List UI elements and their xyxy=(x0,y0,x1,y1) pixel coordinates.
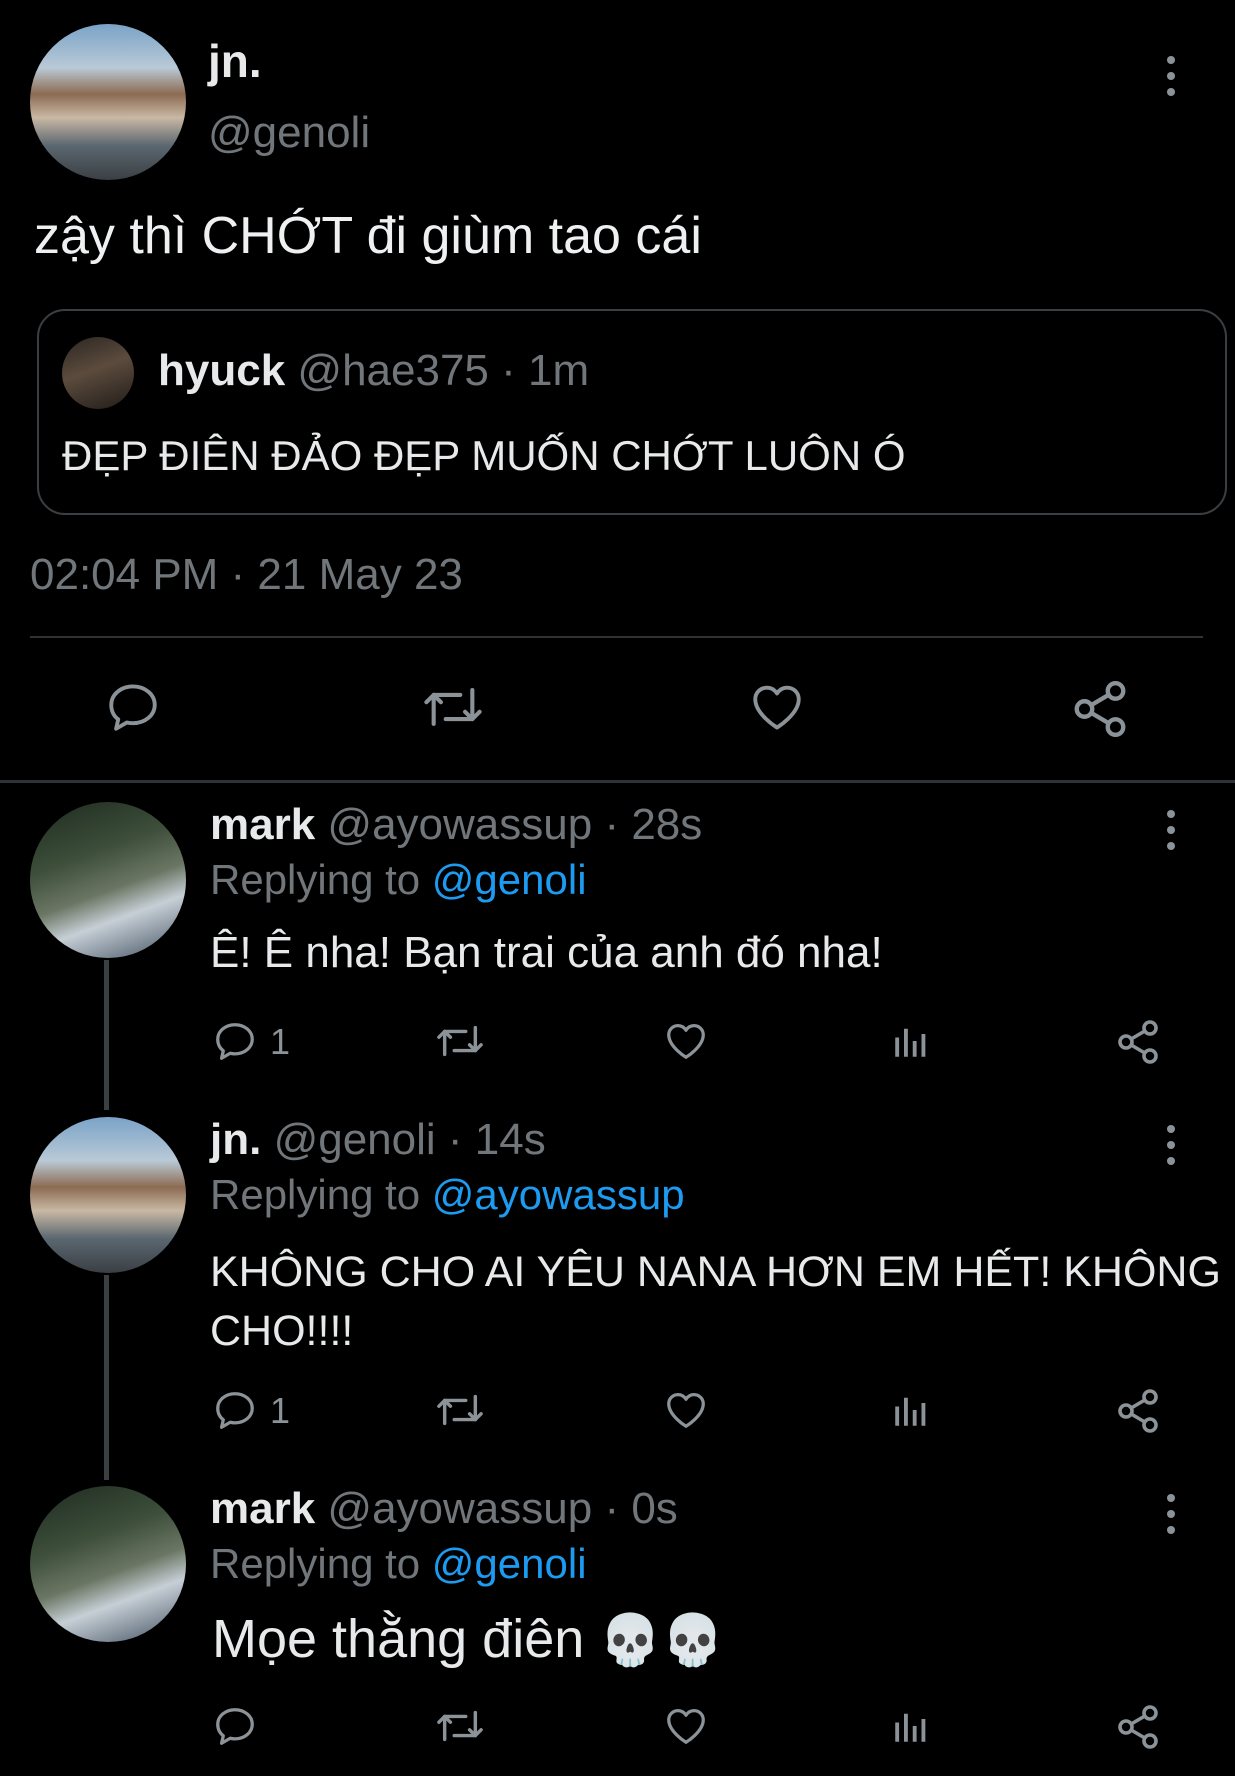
share-icon[interactable] xyxy=(1069,678,1131,740)
retweet-icon[interactable] xyxy=(434,1387,486,1433)
reply-time: · 14s xyxy=(447,1115,546,1164)
replying-to-link[interactable]: @ayowassup xyxy=(432,1171,685,1218)
replying-to-link[interactable]: @genoli xyxy=(432,1540,587,1587)
heart-icon[interactable] xyxy=(662,1387,710,1433)
share-icon[interactable] xyxy=(1114,1387,1162,1435)
share-icon[interactable] xyxy=(1114,1018,1162,1066)
divider xyxy=(30,636,1203,638)
thread-line xyxy=(104,960,109,1110)
reply-display-name[interactable]: mark xyxy=(210,1484,315,1533)
skull-emoji: 💀💀 xyxy=(599,1612,724,1668)
author-display-name[interactable]: jn. xyxy=(208,34,262,88)
tweet-text: zậy thì CHỚT đi giùm tao cái xyxy=(34,207,702,265)
retweet-icon[interactable] xyxy=(421,678,485,736)
reply-icon[interactable] xyxy=(212,1703,258,1749)
replying-prefix: Replying to xyxy=(210,856,421,903)
heart-icon[interactable] xyxy=(662,1703,710,1749)
reply-header: jn. @genoli · 14s xyxy=(210,1115,546,1165)
reply-icon[interactable] xyxy=(212,1018,258,1064)
reply-header: mark @ayowassup · 0s xyxy=(210,1484,678,1534)
reply-handle[interactable]: @ayowassup xyxy=(327,1484,592,1533)
reply-count: 1 xyxy=(270,1021,291,1062)
quoted-display-name: hyuck xyxy=(158,346,286,395)
reply-text-content: Mọe thằng điên xyxy=(212,1609,585,1669)
reply-icon[interactable] xyxy=(212,1387,258,1433)
reply-count: 1 xyxy=(270,1390,291,1431)
avatar[interactable] xyxy=(30,24,186,180)
quoted-time: · 1m xyxy=(501,346,590,395)
retweet-icon[interactable] xyxy=(434,1018,486,1064)
replying-to-link[interactable]: @genoli xyxy=(432,856,587,903)
reply-handle[interactable]: @genoli xyxy=(274,1115,436,1164)
quoted-handle: @hae375 xyxy=(297,346,489,395)
share-icon[interactable] xyxy=(1114,1703,1162,1751)
reply-time: · 0s xyxy=(604,1484,678,1533)
heart-icon[interactable] xyxy=(662,1018,710,1064)
more-options-button[interactable] xyxy=(1163,1125,1179,1165)
reply-display-name[interactable]: jn. xyxy=(210,1115,261,1164)
heart-icon[interactable] xyxy=(747,678,807,736)
section-divider xyxy=(0,780,1235,783)
views-icon[interactable] xyxy=(890,1703,932,1749)
retweet-icon[interactable] xyxy=(434,1703,486,1749)
author-handle[interactable]: @genoli xyxy=(208,108,370,158)
quoted-header: hyuck @hae375 · 1m xyxy=(158,346,589,396)
quoted-tweet-card[interactable] xyxy=(37,309,1227,515)
quoted-avatar xyxy=(62,337,134,409)
reply-display-name[interactable]: mark xyxy=(210,800,315,849)
quoted-text: ĐẸP ĐIÊN ĐẢO ĐẸP MUỐN CHỚT LUÔN Ó xyxy=(62,432,906,479)
reply-text: Ê! Ê nha! Bạn trai của anh đó nha! xyxy=(210,928,883,977)
views-icon[interactable] xyxy=(890,1387,932,1433)
reply-icon[interactable] xyxy=(104,678,162,736)
more-options-button[interactable] xyxy=(1163,1494,1179,1534)
avatar[interactable] xyxy=(30,1486,186,1642)
replying-to: Replying to @ayowassup xyxy=(210,1171,685,1219)
avatar[interactable] xyxy=(30,802,186,958)
more-options-button[interactable] xyxy=(1163,810,1179,850)
replying-to: Replying to @genoli xyxy=(210,856,587,904)
more-options-button[interactable] xyxy=(1163,56,1179,96)
reply-text-line1: KHÔNG CHO AI YÊU NANA HƠN EM HẾT! KHÔNG xyxy=(210,1248,1221,1296)
views-icon[interactable] xyxy=(890,1018,932,1064)
reply-text-line2: CHO!!!! xyxy=(210,1307,354,1355)
replying-prefix: Replying to xyxy=(210,1540,421,1587)
reply-handle[interactable]: @ayowassup xyxy=(327,800,592,849)
reply-time: · 28s xyxy=(604,800,703,849)
reply-header: mark @ayowassup · 28s xyxy=(210,800,702,850)
replying-to: Replying to @genoli xyxy=(210,1540,587,1588)
reply-text: Mọe thằng điên 💀💀 xyxy=(212,1608,724,1670)
replying-prefix: Replying to xyxy=(210,1171,421,1218)
thread-line xyxy=(104,1275,109,1480)
tweet-timestamp: 02:04 PM · 21 May 23 xyxy=(30,550,463,599)
avatar[interactable] xyxy=(30,1117,186,1273)
